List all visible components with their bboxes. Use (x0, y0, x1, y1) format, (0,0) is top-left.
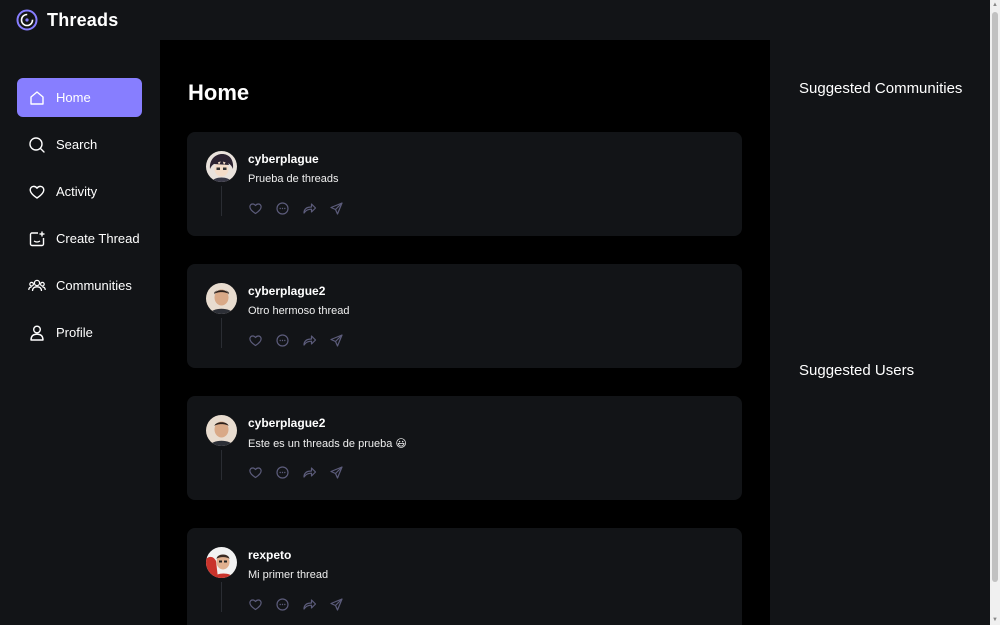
scroll-up-arrow-icon[interactable]: ▲ (990, 0, 1000, 10)
thread-line (221, 186, 222, 216)
thread-card[interactable]: rexpeto Mi primer thread (187, 528, 742, 625)
thread-text: Prueba de threads (248, 173, 339, 185)
sidebar-item-label: Search (56, 137, 98, 152)
reply-icon[interactable] (275, 597, 290, 612)
heart-icon (28, 183, 46, 201)
repost-icon[interactable] (302, 333, 317, 348)
sidebar-item-label: Home (56, 90, 91, 105)
share-icon[interactable] (329, 465, 344, 480)
thread-card[interactable]: cyberplague2 Otro hermoso thread (187, 264, 742, 368)
repost-icon[interactable] (302, 597, 317, 612)
share-icon[interactable] (329, 597, 344, 612)
avatar[interactable] (206, 547, 237, 578)
heart-icon[interactable] (248, 333, 263, 348)
reply-icon[interactable] (275, 201, 290, 216)
avatar[interactable] (206, 415, 237, 446)
share-icon[interactable] (329, 333, 344, 348)
thread-author[interactable]: cyberplague (248, 152, 319, 166)
right-sidebar: Suggested Communities Suggested Users (770, 40, 990, 625)
thread-actions (248, 201, 344, 216)
page-title: Home (188, 80, 250, 105)
reply-icon[interactable] (275, 333, 290, 348)
create-thread-icon (28, 230, 46, 248)
threads-logo-icon[interactable] (16, 9, 38, 31)
thread-line (221, 450, 222, 480)
thread-actions (248, 333, 344, 348)
thread-actions (248, 597, 344, 612)
thread-author[interactable]: rexpeto (248, 548, 291, 562)
scroll-down-arrow-icon[interactable]: ▼ (990, 615, 1000, 625)
home-icon (28, 89, 46, 107)
thread-card[interactable]: cyberplague2 Este es un threads de prueb… (187, 396, 742, 500)
user-icon (28, 324, 46, 342)
sidebar-item-home[interactable]: Home (17, 78, 142, 117)
heart-icon[interactable] (248, 465, 263, 480)
sidebar-item-label: Communities (56, 278, 132, 293)
thread-text: Este es un threads de prueba 😃 (248, 438, 407, 450)
thread-author[interactable]: cyberplague2 (248, 416, 325, 430)
sidebar-item-label: Profile (56, 325, 93, 340)
search-icon (28, 136, 46, 154)
heart-icon[interactable] (248, 201, 263, 216)
thread-actions (248, 465, 344, 480)
brand-name[interactable]: Threads (47, 10, 118, 31)
reply-icon[interactable] (275, 465, 290, 480)
top-bar: Threads (0, 0, 990, 40)
sidebar-item-search[interactable]: Search (17, 125, 142, 164)
sidebar-item-activity[interactable]: Activity (17, 172, 142, 211)
main-feed: Home cyberplague Prueba de threads cyber… (160, 40, 770, 625)
thread-text: Otro hermoso thread (248, 305, 350, 317)
page-scrollbar[interactable]: ▲ ▼ (990, 0, 1000, 625)
communities-icon (28, 277, 46, 295)
repost-icon[interactable] (302, 201, 317, 216)
suggested-users-heading: Suggested Users (799, 362, 915, 379)
thread-author[interactable]: cyberplague2 (248, 284, 325, 298)
thread-card[interactable]: cyberplague Prueba de threads (187, 132, 742, 236)
sidebar-item-communities[interactable]: Communities (17, 266, 142, 305)
repost-icon[interactable] (302, 465, 317, 480)
sidebar-item-profile[interactable]: Profile (17, 313, 142, 352)
avatar[interactable] (206, 283, 237, 314)
heart-icon[interactable] (248, 597, 263, 612)
sidebar-item-label: Create Thread (56, 231, 140, 246)
sidebar-item-label: Activity (56, 184, 98, 199)
avatar[interactable] (206, 151, 237, 182)
share-icon[interactable] (329, 201, 344, 216)
scroll-thumb[interactable] (992, 12, 998, 582)
thread-text: Mi primer thread (248, 569, 329, 581)
suggested-communities-heading: Suggested Communities (799, 80, 963, 97)
thread-line (221, 582, 222, 612)
thread-line (221, 318, 222, 348)
left-sidebar: Home Search Activity Create Thread Commu… (0, 40, 160, 625)
sidebar-item-create-thread[interactable]: Create Thread (17, 219, 142, 258)
